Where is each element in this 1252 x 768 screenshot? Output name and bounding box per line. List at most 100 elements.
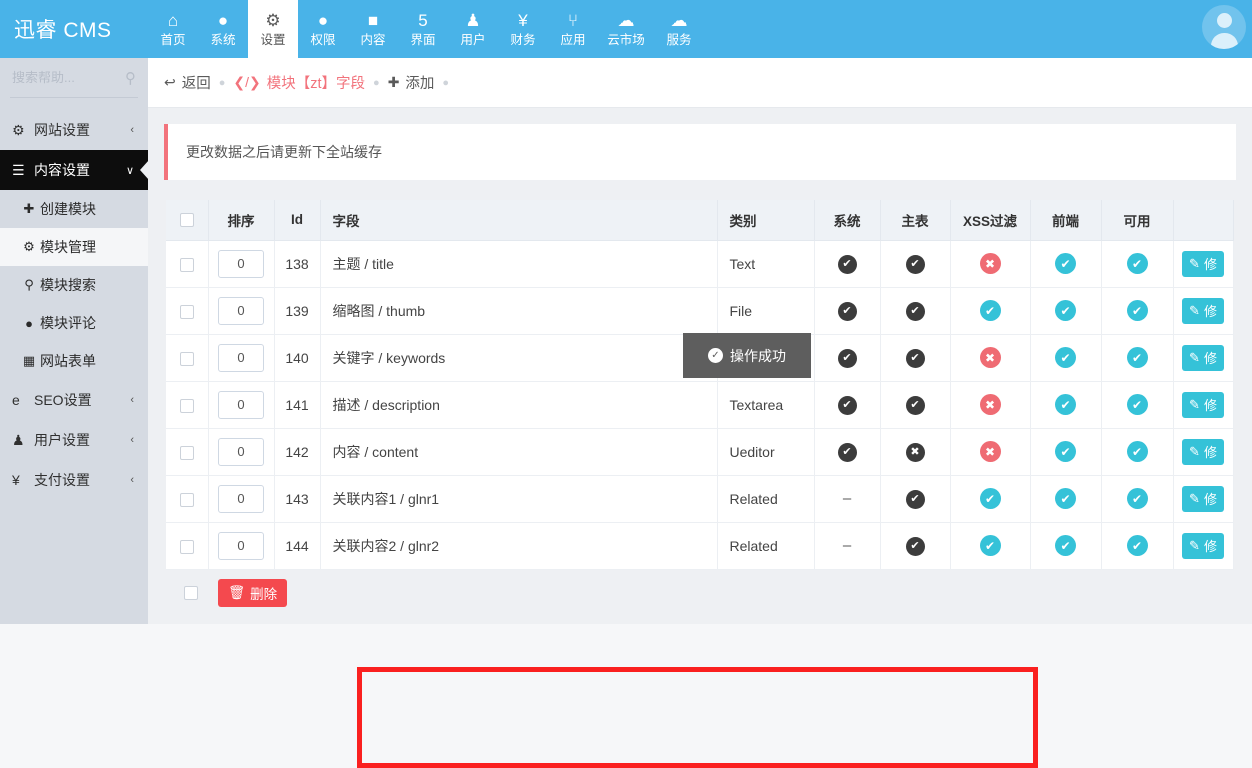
- sidebar-search[interactable]: ⚲: [10, 58, 138, 98]
- sidebar-item-模块评论[interactable]: ● 模块评论: [0, 304, 148, 342]
- main-table-cell: ✖: [880, 428, 951, 476]
- order-cell: [208, 428, 275, 476]
- breadcrumb-back[interactable]: ↩ 返回: [164, 72, 211, 93]
- available-cell: ✔: [1101, 381, 1174, 429]
- system-cell: –: [814, 475, 881, 523]
- order-input[interactable]: [218, 296, 264, 325]
- xss-filter-cell: ✖: [950, 334, 1031, 382]
- row-checkbox[interactable]: [179, 304, 194, 319]
- frontend-cell-check-cyan-icon[interactable]: ✔: [1055, 347, 1076, 368]
- highlight-rectangle: [357, 667, 1038, 768]
- frontend-cell-check-cyan-icon[interactable]: ✔: [1055, 300, 1076, 321]
- nav-item-财务[interactable]: ¥ 财务: [498, 0, 548, 58]
- nav-item-首页[interactable]: ⌂ 首页: [148, 0, 198, 58]
- order-input[interactable]: [218, 249, 264, 278]
- nav-item-label: 内容: [360, 33, 386, 47]
- nav-item-用户[interactable]: ♟ 用户: [448, 0, 498, 58]
- order-input[interactable]: [218, 390, 264, 419]
- nav-item-界面[interactable]: 5 界面: [398, 0, 448, 58]
- edit-button[interactable]: ✎ 修: [1182, 297, 1224, 324]
- edit-button[interactable]: ✎ 修: [1182, 438, 1224, 465]
- sidebar-item-模块搜索[interactable]: ⚲ 模块搜索: [0, 266, 148, 304]
- sidebar-item-label: 支付设置: [34, 472, 90, 488]
- frontend-cell-check-cyan-icon[interactable]: ✔: [1055, 488, 1076, 509]
- row-checkbox[interactable]: [179, 445, 194, 460]
- available-cell-check-cyan-icon[interactable]: ✔: [1126, 300, 1148, 321]
- sidebar-item-网站表单[interactable]: ▦ 网站表单: [0, 342, 148, 380]
- edit-button[interactable]: ✎ 修: [1182, 532, 1224, 559]
- sidebar-item-模块管理[interactable]: ⚙ 模块管理: [0, 228, 148, 266]
- xss-filter-cell-check-cyan-icon[interactable]: ✔: [979, 300, 1001, 321]
- order-input[interactable]: [218, 484, 264, 513]
- table-row: 139缩略图 / thumbFile ✔ ✔ ✔ ✔ ✔ ✎修: [166, 287, 1234, 335]
- field-name-cell: 关联内容2 / glnr2: [320, 522, 718, 570]
- order-input[interactable]: [218, 531, 264, 560]
- frontend-cell-check-cyan-icon[interactable]: ✔: [1055, 394, 1076, 415]
- order-input[interactable]: [218, 437, 264, 466]
- xss-filter-cell-check-cyan-icon[interactable]: ✔: [979, 488, 1001, 509]
- search-icon[interactable]: ⚲: [125, 69, 138, 87]
- xss-filter-cell-check-cyan-icon[interactable]: ✔: [979, 535, 1001, 556]
- edit-button[interactable]: ✎ 修: [1182, 344, 1224, 371]
- edit-button[interactable]: ✎ 修: [1182, 391, 1224, 418]
- nav-item-系统[interactable]: ● 系统: [198, 0, 248, 58]
- xss-filter-cell-cross-red-icon[interactable]: ✖: [979, 441, 1001, 462]
- available-cell-check-cyan-icon[interactable]: ✔: [1126, 253, 1148, 274]
- action-cell: ✎ 修: [1173, 475, 1234, 523]
- select-all-checkbox[interactable]: [179, 213, 194, 228]
- nav-item-应用[interactable]: ⑂ 应用: [548, 0, 598, 58]
- breadcrumb-module[interactable]: ❮/❯ 模块【zt】字段: [233, 72, 365, 93]
- row-checkbox[interactable]: [179, 492, 194, 507]
- edit-button[interactable]: ✎ 修: [1182, 485, 1224, 512]
- check-circle-icon: ✓: [708, 348, 723, 363]
- frontend-cell-check-cyan-icon[interactable]: ✔: [1055, 535, 1076, 556]
- order-cell: [208, 522, 275, 570]
- select-all-checkbox-footer[interactable]: [184, 585, 198, 600]
- xss-filter-cell-cross-red-icon[interactable]: ✖: [979, 253, 1001, 274]
- edit-button[interactable]: ✎ 修: [1182, 250, 1224, 277]
- sidebar-item-创建模块[interactable]: ✚ 创建模块: [0, 190, 148, 228]
- row-checkbox[interactable]: [179, 398, 194, 413]
- sidebar-item-支付设置[interactable]: ¥ 支付设置 ‹: [0, 460, 148, 500]
- nav-item-服务[interactable]: ☁ 服务: [654, 0, 704, 58]
- edit-button-label: 修: [1203, 445, 1217, 460]
- system-cell-check-dark-icon: ✔: [837, 348, 857, 368]
- avatar[interactable]: [1202, 5, 1246, 49]
- sidebar-item-内容设置[interactable]: ☰ 内容设置 ∨: [0, 150, 148, 190]
- main-table-cell: ✔: [880, 381, 951, 429]
- search-input[interactable]: [10, 69, 110, 86]
- edit-button-label: 修: [1203, 304, 1217, 319]
- available-cell-check-cyan-icon[interactable]: ✔: [1126, 347, 1148, 368]
- row-checkbox[interactable]: [179, 351, 194, 366]
- order-input[interactable]: [218, 343, 264, 372]
- row-checkbox[interactable]: [179, 539, 194, 554]
- sidebar-item-SEO设置[interactable]: e SEO设置 ‹: [0, 380, 148, 420]
- system-cell-check-dark-icon: ✔: [837, 254, 857, 274]
- available-cell-check-cyan-icon[interactable]: ✔: [1126, 394, 1148, 415]
- available-cell-check-cyan-icon[interactable]: ✔: [1126, 535, 1148, 556]
- breadcrumb: ↩ 返回 ● ❮/❯ 模块【zt】字段 ● ✚ 添加 ●: [148, 58, 1252, 108]
- row-checkbox[interactable]: [179, 257, 194, 272]
- order-cell: [208, 287, 275, 335]
- nav-item-云市场[interactable]: ☁ 云市场: [598, 0, 654, 58]
- nav-item-内容[interactable]: ■ 内容: [348, 0, 398, 58]
- delete-button[interactable]: 🗑 删除: [218, 578, 288, 607]
- sidebar-item-网站设置[interactable]: ⚙ 网站设置 ‹: [0, 110, 148, 150]
- sidebar-item-用户设置[interactable]: ♟ 用户设置 ‹: [0, 420, 148, 460]
- xss-filter-cell: ✔: [950, 475, 1031, 523]
- breadcrumb-add[interactable]: ✚ 添加: [388, 72, 435, 93]
- nav-item-label: 服务: [666, 33, 692, 47]
- nav-item-权限[interactable]: ● 权限: [298, 0, 348, 58]
- brand-logo[interactable]: 迅睿 CMS: [0, 0, 148, 58]
- xss-filter-cell-cross-red-icon[interactable]: ✖: [979, 347, 1001, 368]
- main-table-cell-check-dark-icon: ✔: [905, 301, 925, 321]
- frontend-cell-check-cyan-icon[interactable]: ✔: [1055, 441, 1076, 462]
- action-cell: ✎ 修: [1173, 334, 1234, 382]
- available-cell-check-cyan-icon[interactable]: ✔: [1126, 441, 1148, 462]
- system-cell-check-dark-icon: ✔: [837, 442, 857, 462]
- xss-filter-cell-cross-red-icon[interactable]: ✖: [979, 394, 1001, 415]
- frontend-cell-check-cyan-icon[interactable]: ✔: [1055, 253, 1076, 274]
- table-row: 144关联内容2 / glnr2Related – ✔ ✔ ✔ ✔ ✎修: [166, 522, 1234, 570]
- available-cell-check-cyan-icon[interactable]: ✔: [1126, 488, 1148, 509]
- nav-item-设置[interactable]: ⚙ 设置: [248, 0, 298, 58]
